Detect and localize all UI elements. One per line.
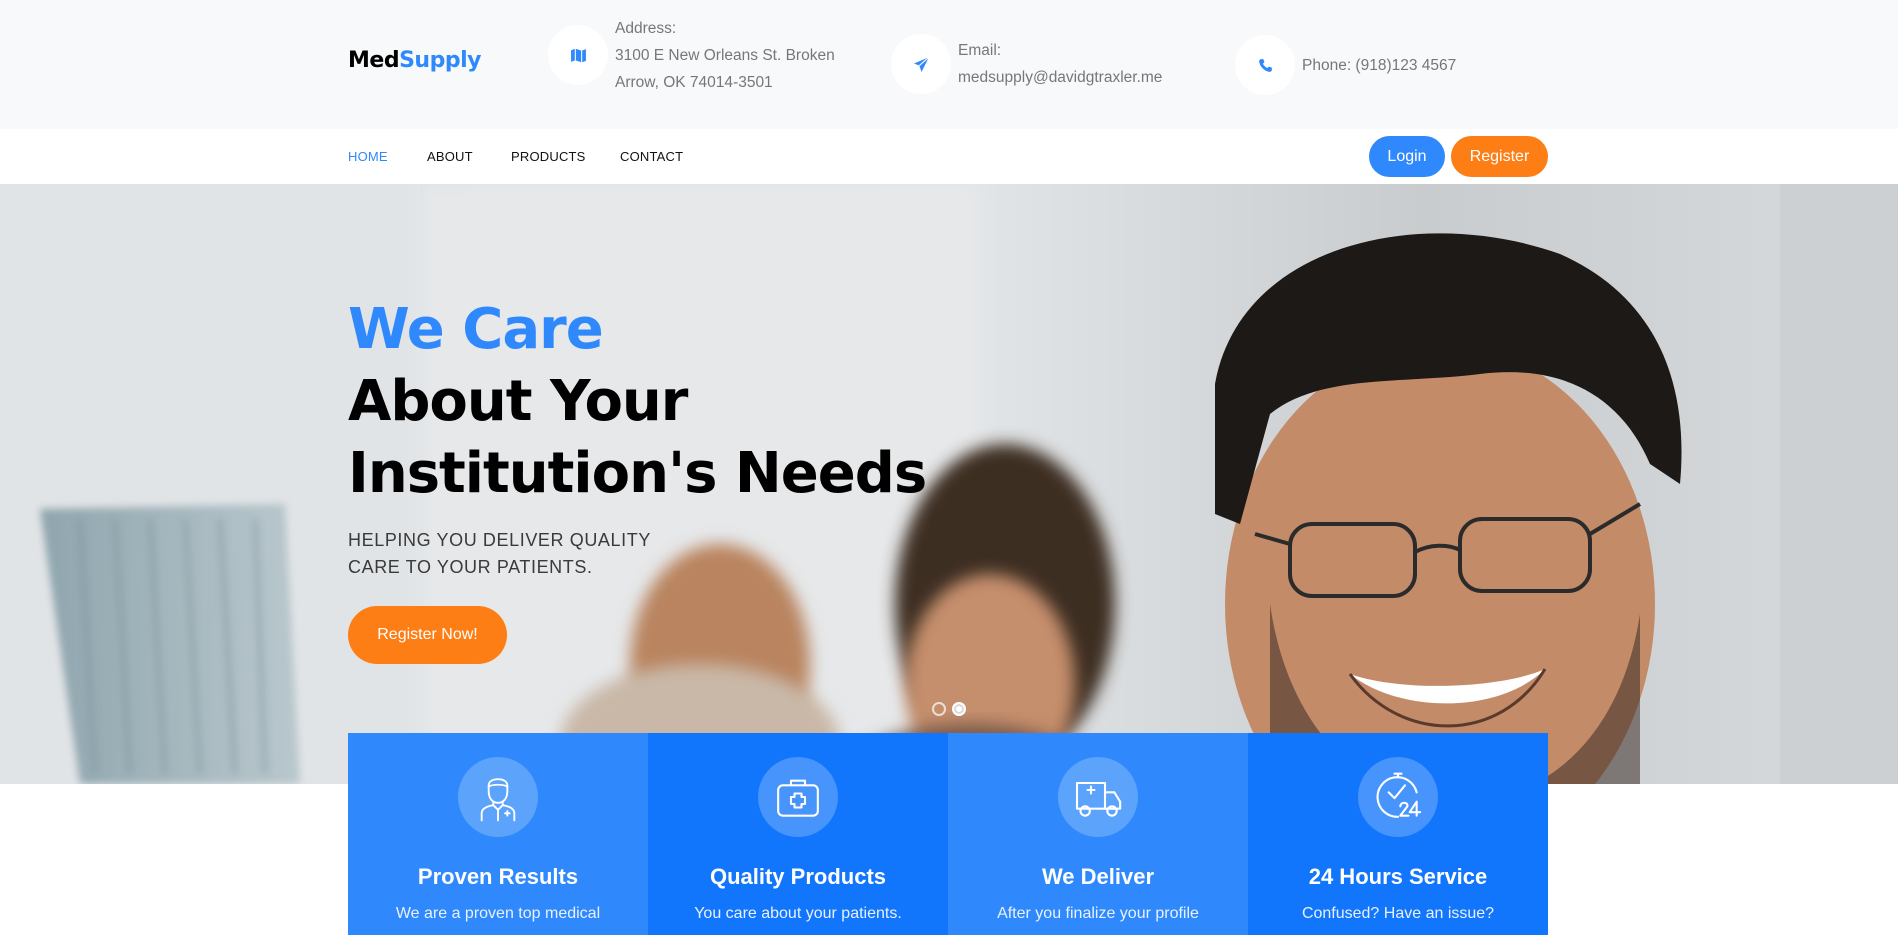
- feature-card-24-hours: 24 Hours Service Confused? Have an issue…: [1248, 733, 1548, 935]
- hero-title: We Care About Your Institution's Needs: [348, 294, 927, 510]
- feature-description: We are a proven top medical: [395, 905, 601, 922]
- clock-24-icon: [1358, 757, 1438, 837]
- hero-title-line2: About Your: [348, 369, 688, 434]
- phone-icon: [1235, 35, 1295, 95]
- ambulance-icon: [1058, 757, 1138, 837]
- phone-number[interactable]: Phone: (918)123 4567: [1302, 52, 1456, 79]
- address-label: Address:: [615, 19, 677, 37]
- hero-title-line3: Institution's Needs: [348, 441, 927, 506]
- features-strip: Proven Results We are a proven top medic…: [348, 733, 1548, 935]
- main-nav: HOME ABOUT PRODUCTS CONTACT Login Regist…: [0, 129, 1898, 184]
- slider-dot-2[interactable]: [952, 702, 966, 716]
- feature-title: 24 Hours Service: [1308, 864, 1488, 889]
- address-info: Address: 3100 E New Orleans St. Broken A…: [548, 20, 835, 91]
- address-line2: Arrow, OK 74014-3501: [615, 73, 773, 91]
- feature-description: You care about your patients.: [694, 905, 902, 922]
- top-info-bar: MedSupply Address: 3100 E New Orleans St…: [0, 0, 1898, 129]
- email-link[interactable]: medsupply@davidgtraxler.me: [958, 64, 1162, 91]
- feature-card-proven-results: Proven Results We are a proven top medic…: [348, 733, 648, 935]
- email-info: Email: medsupply@davidgtraxler.me: [891, 33, 1162, 95]
- nav-products[interactable]: PRODUCTS: [511, 149, 586, 164]
- nav-home[interactable]: HOME: [348, 149, 388, 164]
- slider-dot-1[interactable]: [932, 702, 946, 716]
- hero-title-line1: We Care: [348, 297, 604, 362]
- brand-name-part1: Med: [348, 48, 400, 73]
- feature-title: Proven Results: [417, 864, 579, 889]
- nav-about[interactable]: ABOUT: [427, 149, 473, 164]
- register-button[interactable]: Register: [1451, 136, 1548, 177]
- brand-name-part2: Supply: [399, 48, 481, 73]
- hero-background-photo: [0, 184, 1898, 784]
- map-icon: [548, 25, 608, 85]
- feature-card-quality-products: Quality Products You care about your pat…: [648, 733, 948, 935]
- feature-description: Confused? Have an issue?: [1301, 905, 1495, 922]
- paper-plane-icon: [891, 34, 951, 94]
- nav-contact[interactable]: CONTACT: [620, 149, 683, 164]
- register-now-button[interactable]: Register Now!: [348, 606, 507, 664]
- first-aid-kit-icon: [758, 757, 838, 837]
- address-line1: 3100 E New Orleans St. Broken: [615, 46, 835, 64]
- phone-info: Phone: (918)123 4567: [1235, 34, 1456, 96]
- feature-card-we-deliver: We Deliver After you finalize your profi…: [948, 733, 1248, 935]
- hero-subtitle: HELPING YOU DELIVER QUALITY CARE TO YOUR…: [348, 530, 651, 577]
- doctor-icon: [458, 757, 538, 837]
- feature-title: We Deliver: [1041, 864, 1155, 889]
- hero-slider: We Care About Your Institution's Needs H…: [0, 184, 1898, 784]
- brand-logo[interactable]: MedSupply: [348, 48, 481, 73]
- feature-title: Quality Products: [709, 864, 887, 889]
- login-button[interactable]: Login: [1369, 136, 1445, 177]
- email-label: Email:: [958, 42, 1002, 59]
- feature-description: After you finalize your profile: [997, 905, 1199, 922]
